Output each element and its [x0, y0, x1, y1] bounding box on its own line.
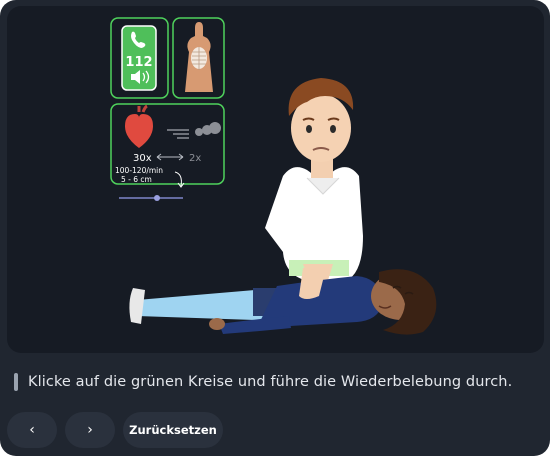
- instruction-row: Klicke auf die grünen Kreise und führe d…: [14, 370, 534, 394]
- rescuer-figure: [265, 78, 363, 292]
- patient-figure: [129, 268, 437, 335]
- instruction-marker: [14, 373, 18, 391]
- next-button[interactable]: ›: [65, 412, 115, 448]
- emergency-call-panel[interactable]: 112: [110, 17, 169, 99]
- compression-depth: 5 - 6 cm: [121, 175, 152, 184]
- reset-button[interactable]: Zurücksetzen: [123, 412, 223, 448]
- chest-position-panel[interactable]: [172, 17, 225, 99]
- instruction-text: Klicke auf die grünen Kreise und führe d…: [28, 374, 513, 390]
- heart-icon: [125, 104, 153, 148]
- depth-slider-thumb[interactable]: [154, 195, 160, 201]
- compression-count: 30x: [133, 153, 152, 164]
- cpr-instructions-panel[interactable]: 30x 2x 100-120/min 5 - 6 cm: [110, 103, 225, 188]
- app-frame: 112 30x 2x 100-120/min 5 - 6 cm Klicke a…: [0, 0, 550, 456]
- compression-rate: 100-120/min: [115, 166, 163, 175]
- previous-button[interactable]: ‹: [7, 412, 57, 448]
- scene-svg: 112 30x 2x 100-120/min 5 - 6 cm: [110, 17, 437, 335]
- torso-skeleton-icon: [185, 22, 213, 92]
- breath-icon: [167, 122, 221, 139]
- cpr-scene: 112 30x 2x 100-120/min 5 - 6 cm: [7, 6, 544, 353]
- phone-number: 112: [125, 55, 152, 70]
- breath-count: 2x: [189, 153, 201, 164]
